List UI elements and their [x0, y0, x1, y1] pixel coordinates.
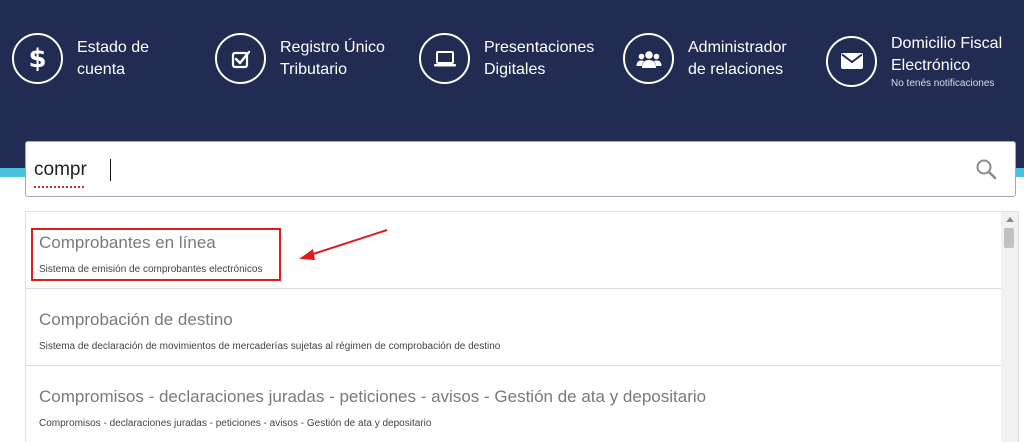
nav-label: Registro Único Tributario — [280, 38, 385, 78]
result-item[interactable]: Comprobación de destino Sistema de decla… — [26, 289, 1002, 366]
result-title: Comprobación de destino — [39, 310, 233, 329]
annotation-arrow-icon — [299, 229, 388, 260]
dollar-icon: $ — [12, 33, 63, 84]
search-icon[interactable] — [975, 158, 997, 180]
text-caret — [110, 159, 111, 181]
nav-administrador-de-relaciones[interactable]: Administrador de relaciones — [623, 33, 808, 84]
nav-estado-de-cuenta[interactable]: $ Estado de cuenta — [12, 33, 167, 84]
result-title: Compromisos - declaraciones juradas - pe… — [39, 387, 707, 406]
checkbox-icon — [215, 33, 266, 84]
notification-status: No tenés notificaciones — [891, 78, 995, 89]
laptop-icon — [419, 33, 470, 84]
nav-domicilio-fiscal-electronico[interactable]: Domicilio Fiscal Electrónico No tenés no… — [826, 33, 1011, 89]
search-bar — [25, 141, 1016, 197]
spellcheck-underline — [34, 184, 84, 188]
nav-label: Administrador de relaciones — [688, 38, 787, 78]
nav-label: Estado de cuenta — [77, 38, 150, 78]
result-item[interactable]: Compromisos - declaraciones juradas - pe… — [26, 366, 1002, 442]
scrollbar[interactable] — [1001, 212, 1018, 442]
nav-label: Presentaciones Digitales — [484, 38, 595, 78]
nav-registro-unico-tributario[interactable]: Registro Único Tributario — [215, 33, 390, 84]
result-description: Compromisos - declaraciones juradas - pe… — [39, 418, 432, 429]
annotation-highlight-box — [31, 228, 281, 281]
nav-label: Domicilio Fiscal Electrónico — [891, 35, 1003, 74]
people-icon — [623, 33, 674, 84]
search-input[interactable] — [34, 154, 934, 186]
scroll-up-icon[interactable] — [1006, 217, 1014, 222]
nav-presentaciones-digitales[interactable]: Presentaciones Digitales — [419, 33, 599, 84]
scroll-thumb[interactable] — [1004, 228, 1014, 248]
result-description: Sistema de declaración de movimientos de… — [39, 341, 501, 352]
envelope-icon — [826, 35, 877, 87]
